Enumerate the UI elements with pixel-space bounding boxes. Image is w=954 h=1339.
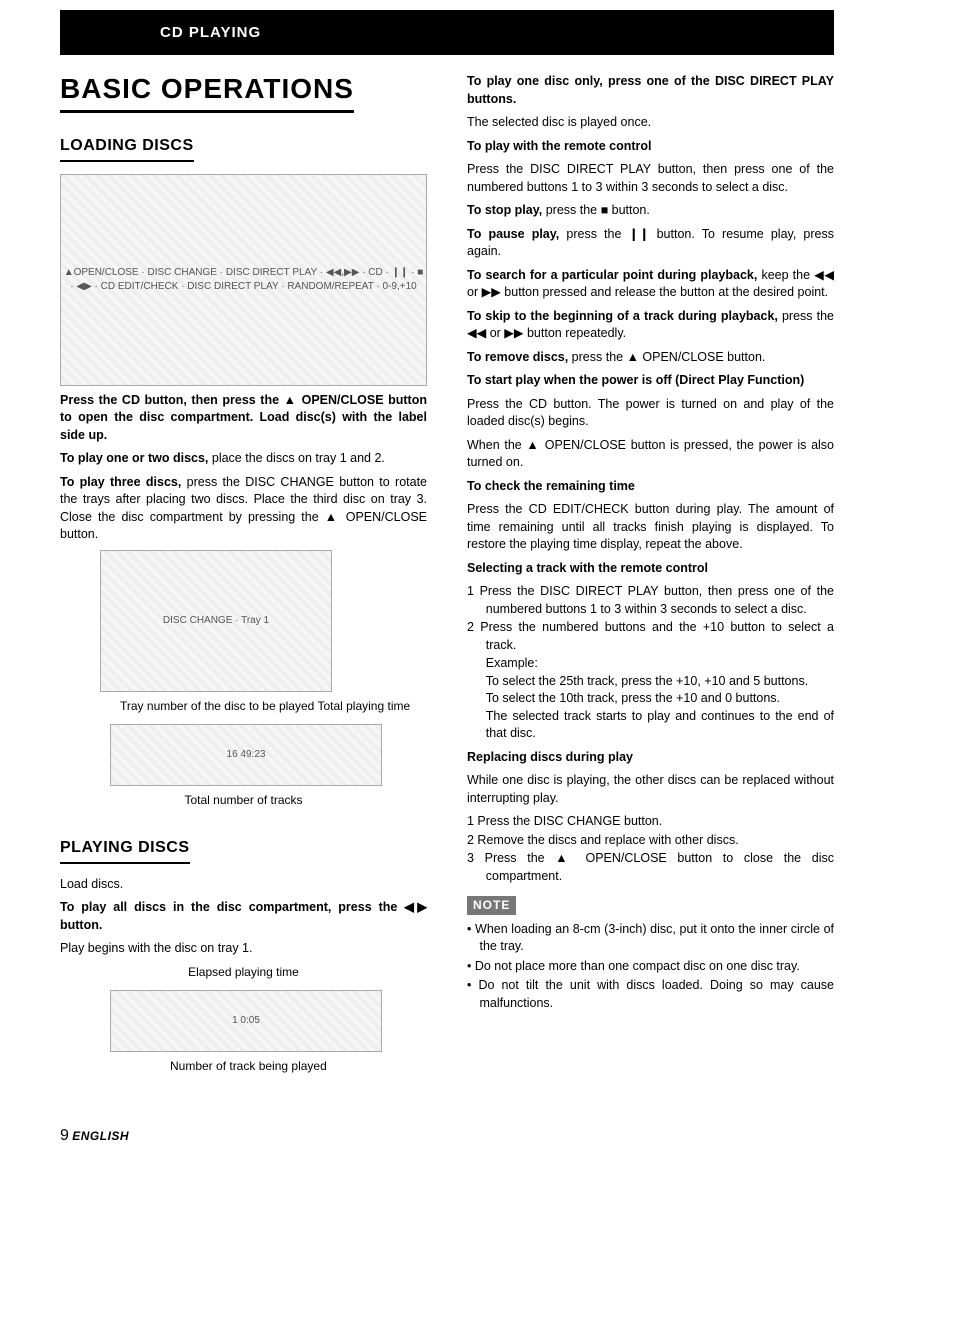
- note-bullet-3: Do not tilt the unit with discs loaded. …: [467, 977, 834, 1012]
- loading-discs-heading: LOADING DISCS: [60, 135, 194, 161]
- diagram-disc-tray: DISC CHANGE · Tray 1: [100, 550, 332, 692]
- right-column: To play one disc only, press one of the …: [467, 69, 834, 1085]
- pause-line: To pause play, press the ❙❙ button. To r…: [467, 226, 834, 261]
- elapsed-caption: Elapsed playing time: [60, 964, 427, 981]
- tray-caption-bottom: Total number of tracks: [60, 792, 427, 809]
- page-language: ENGLISH: [72, 1129, 129, 1143]
- note-bullet-2: Do not place more than one compact disc …: [467, 958, 834, 976]
- direct-play-body2: When the ▲ OPEN/CLOSE button is pressed,…: [467, 437, 834, 472]
- note-label: NOTE: [467, 896, 516, 915]
- play-one-two-rest: place the discs on tray 1 and 2.: [208, 451, 385, 465]
- tray-caption-top: Tray number of the disc to be played Tot…: [120, 698, 427, 715]
- remove-bold: To remove discs,: [467, 350, 568, 364]
- diagram-display-1: 16 49:23: [110, 724, 382, 786]
- play-one-two-bold: To play one or two discs,: [60, 451, 208, 465]
- direct-play-body1: Press the CD button. The power is turned…: [467, 396, 834, 431]
- replace-step-1: 1 Press the DISC CHANGE button.: [467, 813, 834, 831]
- pause-bold: To pause play,: [467, 227, 559, 241]
- select-example-2: To select the 10th track, press the +10 …: [467, 690, 834, 708]
- skip-bold: To skip to the beginning of a track duri…: [467, 309, 778, 323]
- direct-play-heading: To start play when the power is off (Dir…: [467, 372, 834, 390]
- page-footer: 9 ENGLISH: [60, 1125, 834, 1147]
- select-track-heading: Selecting a track with the remote contro…: [467, 560, 834, 578]
- press-cd-instruction: Press the CD button, then press the ▲ OP…: [60, 392, 427, 445]
- stop-line: To stop play, press the ■ button.: [467, 202, 834, 220]
- select-example-3: The selected track starts to play and co…: [467, 708, 834, 743]
- play-one-two: To play one or two discs, place the disc…: [60, 450, 427, 468]
- play-three-bold: To play three discs,: [60, 475, 181, 489]
- replace-step-3: 3 Press the ▲ OPEN/CLOSE button to close…: [467, 850, 834, 885]
- load-discs-text: Load discs.: [60, 876, 427, 894]
- remove-rest: press the ▲ OPEN/CLOSE button.: [568, 350, 765, 364]
- stop-rest: press the ■ button.: [542, 203, 650, 217]
- remote-body: Press the DISC DIRECT PLAY button, then …: [467, 161, 834, 196]
- two-column-layout: BASIC OPERATIONS LOADING DISCS ▲OPEN/CLO…: [60, 69, 834, 1085]
- replace-step-2: 2 Remove the discs and replace with othe…: [467, 832, 834, 850]
- replace-intro: While one disc is playing, the other dis…: [467, 772, 834, 807]
- diagram-display-2: 1 0:05: [110, 990, 382, 1052]
- play-all-instruction: To play all discs in the disc compartmen…: [60, 899, 427, 934]
- check-time-body: Press the CD EDIT/CHECK button during pl…: [467, 501, 834, 554]
- section-header-bar: CD PLAYING: [60, 10, 834, 55]
- play-one-disc-body: The selected disc is played once.: [467, 114, 834, 132]
- left-column: BASIC OPERATIONS LOADING DISCS ▲OPEN/CLO…: [60, 69, 427, 1085]
- number-track-caption: Number of track being played: [170, 1058, 427, 1075]
- select-example-label: Example:: [467, 655, 834, 673]
- remove-line: To remove discs, press the ▲ OPEN/CLOSE …: [467, 349, 834, 367]
- diagram-stereo-remote: ▲OPEN/CLOSE · DISC CHANGE · DISC DIRECT …: [60, 174, 427, 386]
- playing-discs-heading: PLAYING DISCS: [60, 837, 190, 863]
- select-example-1: To select the 25th track, press the +10,…: [467, 673, 834, 691]
- page-number: 9: [60, 1127, 69, 1144]
- remote-heading: To play with the remote control: [467, 138, 834, 156]
- search-bold: To search for a particular point during …: [467, 268, 757, 282]
- check-time-heading: To check the remaining time: [467, 478, 834, 496]
- replace-heading: Replacing discs during play: [467, 749, 834, 767]
- search-line: To search for a particular point during …: [467, 267, 834, 302]
- play-one-disc-heading: To play one disc only, press one of the …: [467, 73, 834, 108]
- page-title: BASIC OPERATIONS: [60, 69, 354, 113]
- play-begins-text: Play begins with the disc on tray 1.: [60, 940, 427, 958]
- skip-line: To skip to the beginning of a track duri…: [467, 308, 834, 343]
- note-bullet-1: When loading an 8-cm (3-inch) disc, put …: [467, 921, 834, 956]
- play-three: To play three discs, press the DISC CHAN…: [60, 474, 427, 544]
- select-step-2: 2 Press the numbered buttons and the +10…: [467, 619, 834, 654]
- select-step-1: 1 Press the DISC DIRECT PLAY button, the…: [467, 583, 834, 618]
- stop-bold: To stop play,: [467, 203, 542, 217]
